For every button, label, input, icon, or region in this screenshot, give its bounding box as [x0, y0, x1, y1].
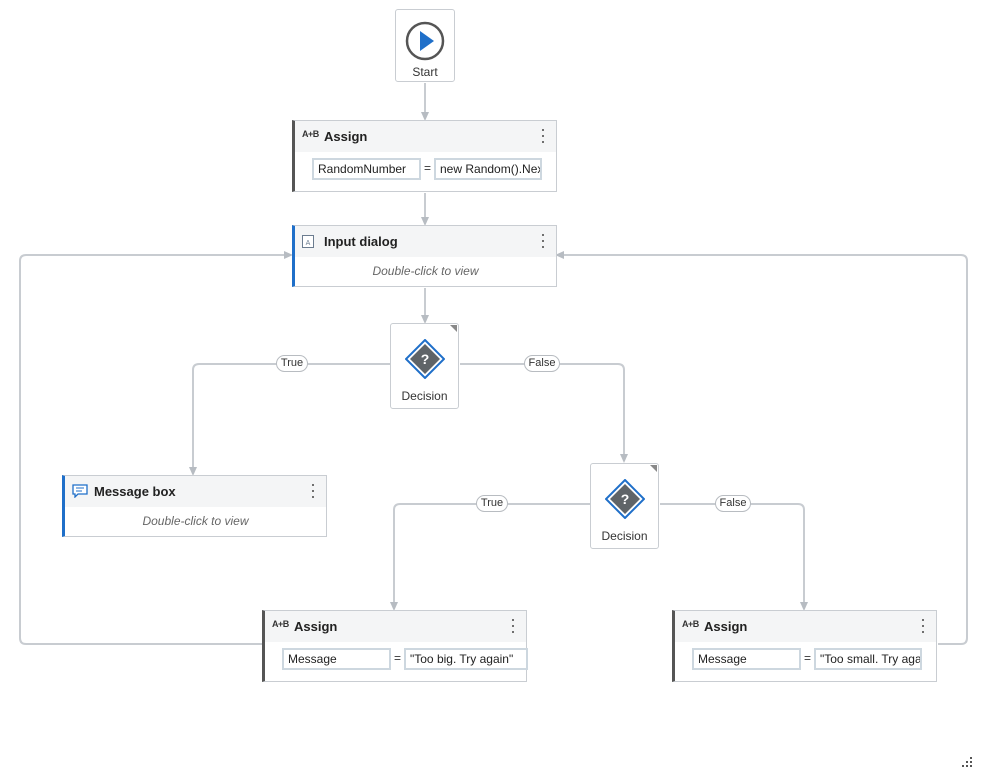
equals-sign: = — [804, 651, 812, 665]
assign-value-field[interactable]: "Too small. Try again" — [814, 648, 922, 670]
assign-activity-random[interactable]: A+B Assign RandomNumber = new Random().N… — [292, 120, 557, 192]
activity-title: Assign — [324, 129, 368, 144]
play-icon[interactable] — [405, 21, 445, 66]
more-options-icon[interactable] — [506, 615, 520, 637]
svg-text:?: ? — [621, 491, 630, 507]
assign-activity-too-big[interactable]: A+B Assign Message = "Too big. Try again… — [262, 610, 528, 682]
decision-icon: ? — [404, 338, 446, 384]
more-options-icon[interactable] — [916, 615, 930, 637]
assign-value-field[interactable]: new Random().Next — [434, 158, 542, 180]
decision-icon: ? — [604, 478, 646, 524]
connector-decision2-true — [390, 503, 590, 611]
activity-header: A+B Assign — [265, 611, 526, 642]
assign-value-field[interactable]: "Too big. Try again" — [404, 648, 528, 670]
decision-node-2[interactable]: ? Decision — [590, 463, 659, 549]
svg-text:?: ? — [421, 351, 430, 367]
connector-decision1-false — [460, 363, 628, 463]
assign-to-field[interactable]: Message — [692, 648, 801, 670]
assign-icon: A+B — [682, 619, 699, 629]
resize-grip-icon[interactable] — [962, 756, 974, 774]
svg-text:A: A — [306, 240, 311, 247]
decision-node-1[interactable]: ? Decision — [390, 323, 459, 409]
equals-sign: = — [394, 651, 402, 665]
connector-big-loop — [19, 251, 293, 645]
more-options-icon[interactable] — [536, 230, 550, 252]
message-box-activity[interactable]: Message box Double-click to view — [62, 475, 327, 537]
activity-title: Message box — [94, 484, 176, 499]
activity-header: A Input dialog — [295, 226, 556, 257]
activity-title: Input dialog — [324, 234, 398, 249]
input-dialog-activity[interactable]: A Input dialog Double-click to view — [292, 225, 557, 287]
activity-title: Assign — [704, 619, 748, 634]
message-box-icon — [72, 484, 88, 503]
connector-small-loop — [555, 251, 968, 645]
assign-activity-too-small[interactable]: A+B Assign Message = "Too small. Try aga… — [672, 610, 937, 682]
false-branch-label[interactable]: False — [715, 495, 751, 512]
corner-indicator — [650, 465, 657, 472]
true-branch-label[interactable]: True — [276, 355, 308, 372]
assign-to-field[interactable]: Message — [282, 648, 391, 670]
equals-sign: = — [424, 161, 432, 175]
double-click-hint: Double-click to view — [372, 264, 479, 278]
start-label: Start — [412, 65, 438, 79]
assign-icon: A+B — [302, 129, 319, 139]
assign-to-field[interactable]: RandomNumber — [312, 158, 421, 180]
decision-label: Decision — [601, 529, 648, 543]
activity-header: A+B Assign — [675, 611, 936, 642]
activity-header: A+B Assign — [295, 121, 556, 152]
connector-decision1-true — [189, 363, 390, 476]
connector-decision2-false — [660, 503, 808, 611]
more-options-icon[interactable] — [536, 125, 550, 147]
start-node[interactable]: Start — [395, 9, 455, 82]
false-branch-label[interactable]: False — [524, 355, 560, 372]
double-click-hint: Double-click to view — [142, 514, 249, 528]
activity-header: Message box — [65, 476, 326, 507]
activity-title: Assign — [294, 619, 338, 634]
input-dialog-icon: A — [302, 235, 314, 253]
more-options-icon[interactable] — [306, 480, 320, 502]
assign-icon: A+B — [272, 619, 289, 629]
decision-label: Decision — [401, 389, 448, 403]
true-branch-label[interactable]: True — [476, 495, 508, 512]
corner-indicator — [450, 325, 457, 332]
